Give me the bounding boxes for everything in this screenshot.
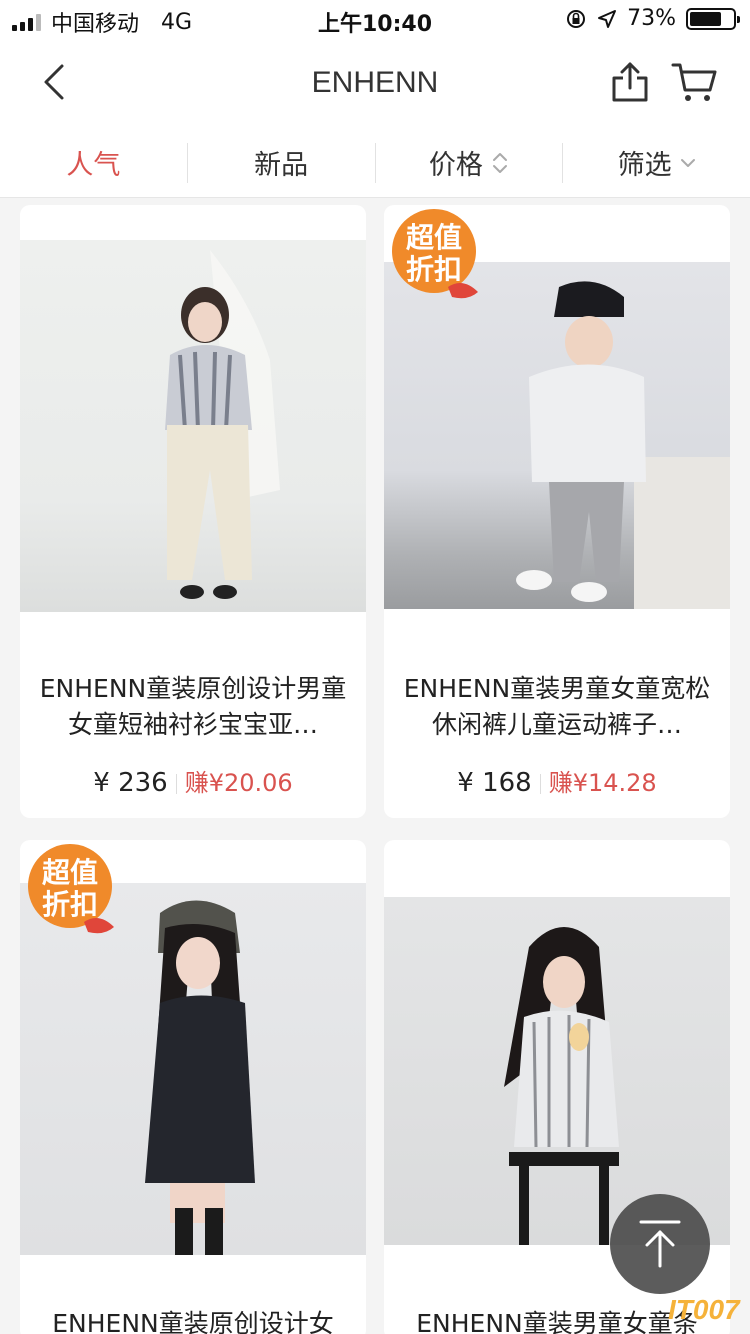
- badge-text: 折扣: [406, 253, 462, 286]
- product-title[interactable]: ENHENN童装原创设计男童女童短袖衬衫宝宝亚…: [36, 671, 350, 743]
- location-icon: [598, 9, 617, 28]
- tab-label: 人气: [66, 150, 121, 181]
- tab-popularity[interactable]: 人气: [0, 142, 188, 183]
- badge-text: 折扣: [42, 888, 98, 921]
- badge-text: 超值: [42, 856, 98, 889]
- product-price: ¥ 236: [93, 768, 168, 798]
- product-image[interactable]: [20, 240, 366, 612]
- watermark-logo: IT007: [668, 1294, 740, 1325]
- tab-price[interactable]: 价格: [376, 142, 564, 183]
- filter-bar: 人气 新品 价格 筛选: [0, 128, 750, 198]
- discount-badge-icon: 超值 折扣: [28, 844, 114, 934]
- product-title[interactable]: ENHENN童装男童女童宽松休闲裤儿童运动裤子…: [400, 671, 714, 743]
- product-price: ¥ 168: [457, 768, 532, 798]
- product-image[interactable]: [384, 897, 730, 1245]
- product-title[interactable]: ENHENN童装男童女童条: [400, 1306, 714, 1334]
- chevron-down-icon: [680, 158, 695, 167]
- tab-label: 筛选: [617, 150, 672, 181]
- tab-filter[interactable]: 筛选: [563, 143, 750, 183]
- arrow-up-icon: [639, 1220, 681, 1268]
- badge-text: 超值: [406, 221, 462, 254]
- product-card[interactable]: ENHENN童装原创设计女 超值 折扣: [20, 840, 366, 1334]
- back-to-top-button[interactable]: [610, 1194, 710, 1294]
- earn-amount: 赚¥14.28: [548, 769, 657, 797]
- product-image[interactable]: [384, 262, 730, 609]
- tab-label: 价格: [428, 150, 483, 181]
- share-icon[interactable]: [608, 60, 652, 104]
- tab-label: 新品: [254, 150, 309, 181]
- earn-amount: 赚¥20.06: [184, 769, 293, 797]
- rotation-lock-icon: [567, 9, 586, 28]
- product-title[interactable]: ENHENN童装原创设计女: [36, 1306, 350, 1334]
- product-image[interactable]: [20, 883, 366, 1255]
- sort-icon: [492, 152, 507, 173]
- nav-bar: ENHENN: [0, 40, 750, 128]
- discount-badge-icon: 超值 折扣: [392, 209, 478, 299]
- tab-new[interactable]: 新品: [188, 142, 376, 183]
- product-card[interactable]: ENHENN童装原创设计男童女童短袖衬衫宝宝亚… ¥ 236 赚¥20.06: [20, 205, 366, 818]
- cart-icon[interactable]: [670, 60, 718, 104]
- battery-percent: 73%: [627, 6, 676, 31]
- battery-icon: [686, 7, 740, 30]
- product-card[interactable]: ENHENN童装男童女童宽松休闲裤儿童运动裤子… ¥ 168 赚¥14.28 超值…: [384, 205, 730, 818]
- status-bar: 中国移动 4G 上午10:40 73%: [0, 0, 750, 40]
